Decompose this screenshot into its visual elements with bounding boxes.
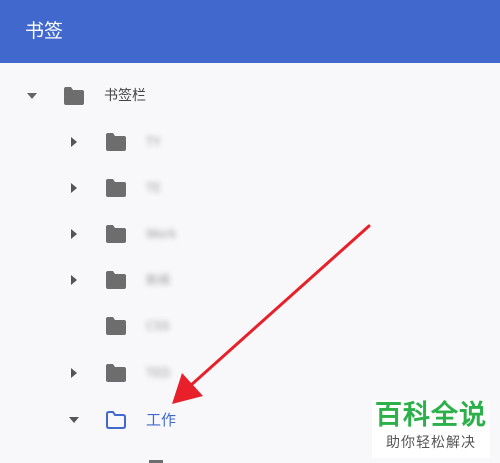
- tree-row-label: 工作: [146, 411, 177, 429]
- triangle-right-icon[interactable]: [66, 180, 82, 196]
- folder-icon: [106, 271, 126, 289]
- app-header: 书签: [0, 0, 500, 63]
- triangle-down-icon[interactable]: [24, 88, 40, 104]
- triangle-right-icon[interactable]: [66, 226, 82, 242]
- triangle-right-icon[interactable]: [66, 365, 82, 381]
- folder-icon: [64, 87, 84, 105]
- watermark-logo: 百科全说 助你轻松解决: [372, 400, 490, 458]
- tree-row-folder[interactable]: Work: [0, 211, 500, 257]
- folder-icon: [106, 179, 126, 197]
- folder-outline-icon: [106, 411, 126, 429]
- watermark-title: 百科全说: [375, 400, 487, 431]
- folder-icon: [106, 317, 126, 335]
- watermark-subtitle: 助你轻松解决: [386, 435, 476, 451]
- tree-row-label: TED: [146, 366, 171, 380]
- page-title: 书签: [25, 20, 64, 42]
- tree-row-folder[interactable]: TED: [0, 350, 500, 396]
- tree-row-folder[interactable]: CSS: [0, 303, 500, 349]
- tree-row-folder[interactable]: TY: [0, 119, 500, 165]
- tree-row-folder[interactable]: 新闻: [0, 257, 500, 303]
- tree-row-label: Work: [146, 227, 177, 241]
- tree-row-label: CSS: [146, 319, 170, 333]
- tree-row-label: 书签栏: [104, 88, 146, 104]
- tree-row-folder[interactable]: TE: [0, 165, 500, 211]
- tree-row-label: 新闻: [146, 273, 171, 287]
- tree-row-bookmarks-bar[interactable]: 书签栏: [0, 73, 500, 119]
- file-icon: [149, 460, 163, 463]
- folder-icon: [106, 133, 126, 151]
- tree-row-label: TE: [146, 181, 161, 195]
- folder-icon: [106, 225, 126, 243]
- triangle-down-icon[interactable]: [66, 412, 82, 428]
- triangle-right-icon[interactable]: [66, 134, 82, 150]
- triangle-right-icon[interactable]: [66, 272, 82, 288]
- tree-row-label: TY: [146, 135, 161, 149]
- folder-icon: [106, 364, 126, 382]
